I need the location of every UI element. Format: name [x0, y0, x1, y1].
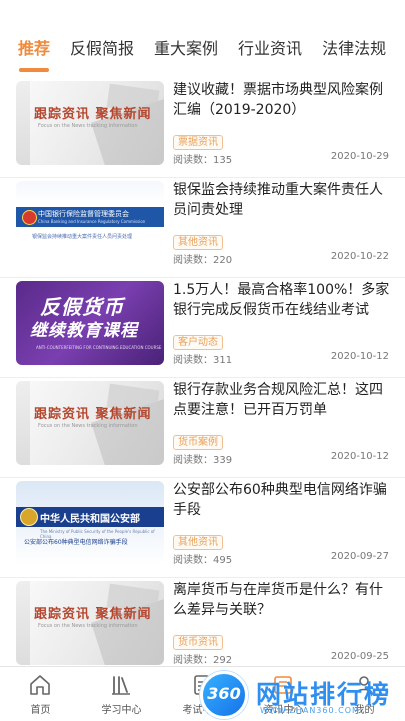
thumbnail-headline: 跟踪资讯 聚焦新闻 [34, 107, 152, 122]
nav-home[interactable]: 首页 [0, 667, 81, 721]
article-tag: 货币案例 [173, 435, 223, 450]
read-count: 阅读数：339 [173, 455, 233, 466]
article-item[interactable]: 中华人民共和国公安部 The Ministry of Public Securi… [0, 478, 405, 578]
read-count: 阅读数：220 [173, 255, 233, 266]
nav-study-label: 学习中心 [101, 705, 142, 716]
article-thumbnail: 跟踪资讯 聚焦新闻 Focus on the News tracking inf… [16, 581, 164, 665]
article-item[interactable]: 反假货币 继续教育课程 ANTI-COUNTERFEITING FOR CONT… [0, 278, 405, 378]
category-tabs: 推荐 反假简报 重大案例 行业资讯 法律法规 [0, 30, 405, 74]
article-thumbnail: 中国银行保险监督管理委员会 China Banking and Insuranc… [16, 181, 164, 265]
thumbnail-line2: 继续教育课程 [30, 321, 138, 341]
thumbnail-headline: 跟踪资讯 聚焦新闻 [34, 407, 152, 422]
tab-anti-counterfeit-brief[interactable]: 反假简报 [70, 30, 134, 60]
article-date: 2020-10-12 [330, 451, 389, 462]
article-tag: 客户动态 [173, 335, 223, 350]
article-date: 2020-09-25 [330, 651, 389, 662]
article-item[interactable]: 中国银行保险监督管理委员会 China Banking and Insuranc… [0, 178, 405, 278]
article-item[interactable]: 跟踪资讯 聚焦新闻 Focus on the News tracking inf… [0, 578, 405, 678]
read-count: 阅读数：495 [173, 555, 233, 566]
thumbnail-caption: 公安部公布60种典型电信网络诈骗手段 [24, 539, 128, 546]
tab-recommend[interactable]: 推荐 [18, 30, 50, 72]
article-title: 1.5万人！最高合格率100%！多家银行完成反假货币在线结业考试 [173, 282, 390, 318]
article-title: 银行存款业务合规风险汇总！这四点要注意！已开百万罚单 [173, 382, 383, 418]
article-title: 离岸货币与在岸货币是什么？有什么差异与关联？ [173, 582, 383, 618]
home-icon [30, 675, 50, 695]
article-date: 2020-10-12 [330, 351, 389, 362]
watermark-number: 360 [207, 684, 241, 703]
thumbnail-en: ANTI-COUNTERFEITING FOR CONTINUING EDUCA… [36, 345, 162, 350]
article-thumbnail: 中华人民共和国公安部 The Ministry of Public Securi… [16, 481, 164, 565]
thumbnail-caption: 银保监会持续推动重大案件责任人员问责处理 [32, 234, 133, 240]
article-title: 银保监会持续推动重大案件责任人员问责处理 [173, 182, 383, 218]
books-icon [112, 676, 130, 695]
emblem-icon [22, 210, 37, 225]
article-thumbnail: 跟踪资讯 聚焦新闻 Focus on the News tracking inf… [16, 381, 164, 465]
read-count: 阅读数：292 [173, 655, 233, 666]
article-item[interactable]: 跟踪资讯 聚焦新闻 Focus on the News tracking inf… [0, 78, 405, 178]
article-title: 建议收藏！票据市场典型风险案例汇编（2019-2020） [173, 82, 383, 118]
watermark: 360 网站排行榜 WWW.ZHAN360.COM [188, 671, 405, 720]
thumbnail-org-en: China Banking and Insurance Regulatory C… [38, 219, 146, 224]
thumbnail-subline: Focus on the News tracking information [38, 123, 138, 129]
nav-study-center[interactable]: 学习中心 [81, 667, 162, 721]
article-tag: 其他资讯 [173, 235, 223, 250]
thumbnail-org-name: 中华人民共和国公安部 [40, 514, 140, 525]
read-count: 阅读数：311 [173, 355, 233, 366]
article-tag: 其他资讯 [173, 535, 223, 550]
article-item[interactable]: 跟踪资讯 聚焦新闻 Focus on the News tracking inf… [0, 378, 405, 478]
tab-industry-news[interactable]: 行业资讯 [238, 30, 302, 60]
read-count: 阅读数：135 [173, 155, 233, 166]
article-thumbnail: 反假货币 继续教育课程 ANTI-COUNTERFEITING FOR CONT… [16, 281, 164, 365]
article-title: 公安部公布60种典型电信网络诈骗手段 [173, 482, 387, 518]
thumbnail-subline: Focus on the News tracking information [38, 423, 138, 429]
article-date: 2020-10-29 [330, 151, 389, 162]
nav-home-label: 首页 [30, 705, 51, 716]
police-emblem-icon [20, 508, 38, 526]
article-tag: 货币资讯 [173, 635, 223, 650]
article-date: 2020-09-27 [330, 551, 389, 562]
thumbnail-headline: 跟踪资讯 聚焦新闻 [34, 607, 152, 622]
article-tag: 票据资讯 [173, 135, 223, 150]
tab-laws[interactable]: 法律法规 [322, 30, 386, 60]
article-list: 跟踪资讯 聚焦新闻 Focus on the News tracking inf… [0, 78, 405, 678]
article-date: 2020-10-22 [330, 251, 389, 262]
article-thumbnail: 跟踪资讯 聚焦新闻 Focus on the News tracking inf… [16, 81, 164, 165]
watermark-url: WWW.ZHAN360.COM [260, 706, 360, 715]
thumbnail-org-name: 中国银行保险监督管理委员会 [38, 210, 129, 218]
tab-major-cases[interactable]: 重大案例 [154, 30, 218, 60]
thumbnail-subline: Focus on the News tracking information [38, 623, 138, 629]
